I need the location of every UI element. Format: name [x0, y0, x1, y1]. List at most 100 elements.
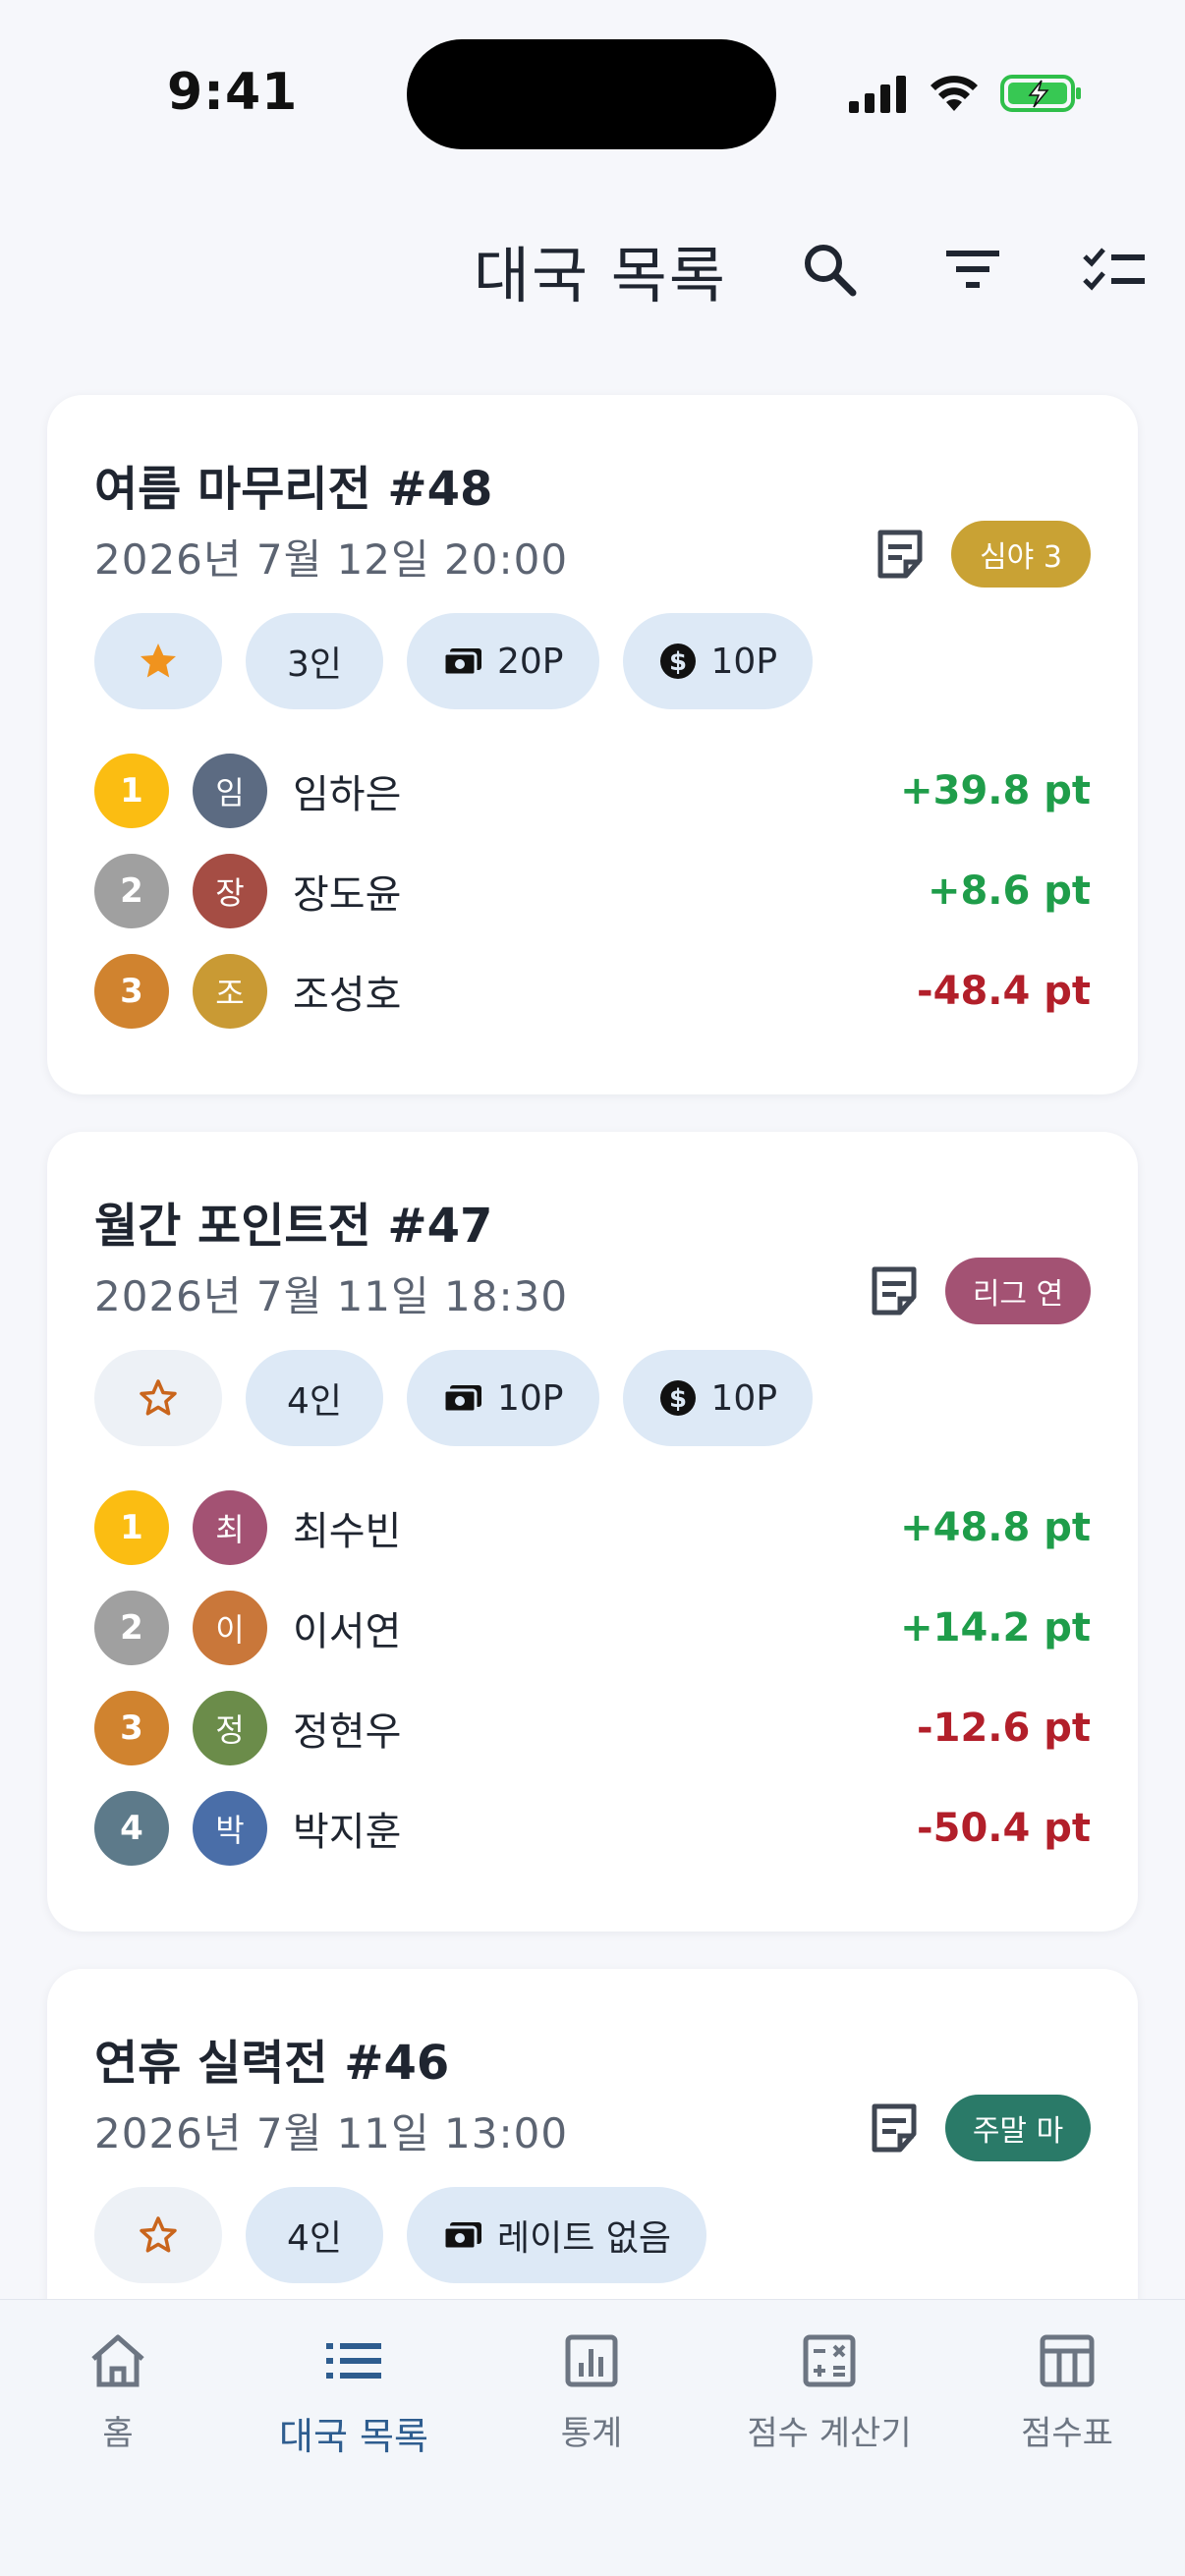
- dollar-coin-icon: $: [659, 1380, 696, 1416]
- player-name: 정현우: [293, 1709, 402, 1755]
- player-count-chip[interactable]: 4인: [246, 1350, 383, 1446]
- memo-icon[interactable]: [867, 2100, 922, 2156]
- status-icons: [847, 73, 1083, 114]
- signal-icon: [849, 76, 906, 113]
- player-score: +8.6 pt: [927, 868, 1091, 914]
- nav-item-score-calculator[interactable]: 점수 계산기: [711, 2329, 947, 2454]
- memo-icon[interactable]: [873, 527, 928, 582]
- favorite-toggle[interactable]: [94, 1350, 222, 1446]
- chip-rate-chip[interactable]: $ 10P: [622, 613, 814, 709]
- game-card[interactable]: 여름 마무리전 #48 2026년 7월 12일 20:00 심야 3 3인 2…: [47, 395, 1138, 1094]
- player-name: 이서연: [293, 1609, 402, 1654]
- rank-badge: 1: [94, 754, 169, 828]
- table-icon: [1040, 2334, 1095, 2387]
- player-score: +48.8 pt: [900, 1505, 1091, 1550]
- nav-label: 점수 계산기: [747, 2414, 912, 2453]
- avatar: 조: [193, 954, 267, 1029]
- list-icon: [326, 2343, 381, 2379]
- rank-badge: 1: [94, 1490, 169, 1565]
- avatar: 이: [193, 1591, 267, 1665]
- player-count-chip[interactable]: 3인: [246, 613, 383, 709]
- select-mode-button[interactable]: [1075, 230, 1154, 308]
- bottom-navigation: 홈 대국 목록 통계 점수 계산기 점수표: [0, 2299, 1185, 2576]
- avatar: 장: [193, 854, 267, 928]
- nav-item-game-list[interactable]: 대국 목록: [236, 2329, 472, 2460]
- nav-item-home[interactable]: 홈: [0, 2329, 236, 2454]
- nav-label: 대국 목록: [279, 2415, 428, 2458]
- game-title: 월간 포인트전 #47: [94, 1199, 493, 1254]
- player-name: 최수빈: [293, 1509, 402, 1554]
- player-name: 조성호: [293, 973, 402, 1018]
- rank-badge: 3: [94, 954, 169, 1029]
- home-icon: [91, 2334, 144, 2387]
- calculator-icon: [803, 2334, 856, 2387]
- filter-icon: [946, 251, 999, 288]
- dynamic-island: [407, 39, 776, 149]
- dollar-coin-icon: $: [659, 644, 696, 679]
- player-score: -48.4 pt: [917, 969, 1091, 1014]
- rank-badge: 3: [94, 1691, 169, 1765]
- search-button[interactable]: [790, 230, 869, 308]
- rate-value: 레이트 없음: [497, 2218, 672, 2259]
- svg-text:$: $: [668, 1384, 686, 1414]
- status-bar: 9:41: [0, 0, 1185, 177]
- player-score: -12.6 pt: [917, 1706, 1091, 1751]
- favorite-toggle[interactable]: [94, 2187, 222, 2283]
- avatar: 박: [193, 1791, 267, 1866]
- rate-chip[interactable]: 10P: [407, 1350, 599, 1446]
- rank-badge: 2: [94, 854, 169, 928]
- avatar: 정: [193, 1691, 267, 1765]
- search-icon: [805, 245, 857, 297]
- nav-item-stats[interactable]: 통계: [474, 2329, 709, 2454]
- player-count-chip[interactable]: 4인: [246, 2187, 383, 2283]
- nav-label: 홈: [102, 2414, 134, 2453]
- rate-chip[interactable]: 20P: [407, 613, 599, 709]
- rank-badge: 2: [94, 1591, 169, 1665]
- page-title: 대국 목록: [474, 240, 727, 311]
- group-tag: 리그 연: [945, 1258, 1091, 1324]
- svg-text:$: $: [668, 647, 686, 677]
- game-date: 2026년 7월 11일 18:30: [94, 1272, 569, 1320]
- player-row: 1 최 최수빈 +48.8 pt: [94, 1478, 1091, 1578]
- favorite-toggle[interactable]: [94, 613, 222, 709]
- game-date: 2026년 7월 12일 20:00: [94, 535, 569, 584]
- chip-rate-value: 10P: [710, 1377, 778, 1419]
- game-card[interactable]: 월간 포인트전 #47 2026년 7월 11일 18:30 리그 연 4인 1…: [47, 1132, 1138, 1932]
- game-title: 연휴 실력전 #46: [94, 2036, 450, 2091]
- chip-rate-value: 10P: [710, 641, 778, 682]
- rate-value: 10P: [497, 1377, 564, 1419]
- player-score: +39.8 pt: [900, 768, 1091, 813]
- player-row: 1 임 임하은 +39.8 pt: [94, 741, 1091, 841]
- game-chips: 4인 레이트 없음: [94, 2187, 707, 2283]
- player-row: 3 정 정현우 -12.6 pt: [94, 1678, 1091, 1778]
- money-icon: [442, 2222, 481, 2251]
- rate-chip[interactable]: 레이트 없음: [407, 2187, 707, 2283]
- game-title: 여름 마무리전 #48: [94, 462, 493, 517]
- rank-badge: 4: [94, 1791, 169, 1866]
- player-name: 임하은: [293, 772, 402, 817]
- star-outline-icon: [140, 2216, 177, 2253]
- memo-icon[interactable]: [867, 1263, 922, 1318]
- player-row: 4 박 박지훈 -50.4 pt: [94, 1778, 1091, 1878]
- rate-value: 20P: [497, 641, 564, 682]
- group-tag: 심야 3: [951, 521, 1091, 588]
- nav-label: 통계: [560, 2414, 623, 2453]
- filter-button[interactable]: [933, 230, 1012, 308]
- player-name: 박지훈: [293, 1810, 402, 1855]
- player-count: 4인: [286, 1381, 343, 1422]
- player-name: 장도윤: [293, 872, 402, 918]
- player-row: 2 장 장도윤 +8.6 pt: [94, 841, 1091, 941]
- checklist-icon: [1083, 248, 1145, 291]
- star-outline-icon: [140, 1379, 177, 1416]
- battery-icon: [1000, 75, 1081, 112]
- stats-icon: [565, 2334, 618, 2387]
- nav-item-score-table[interactable]: 점수표: [949, 2329, 1185, 2454]
- chip-rate-chip[interactable]: $ 10P: [622, 1350, 814, 1446]
- nav-label: 점수표: [1021, 2414, 1113, 2453]
- player-score: -50.4 pt: [917, 1806, 1091, 1851]
- money-icon: [442, 1385, 481, 1414]
- star-filled-icon: [141, 644, 176, 678]
- player-list: 1 임 임하은 +39.8 pt 2 장 장도윤 +8.6 pt 3 조 조성호…: [94, 741, 1091, 1041]
- status-time: 9:41: [167, 63, 299, 122]
- player-row: 2 이 이서연 +14.2 pt: [94, 1578, 1091, 1678]
